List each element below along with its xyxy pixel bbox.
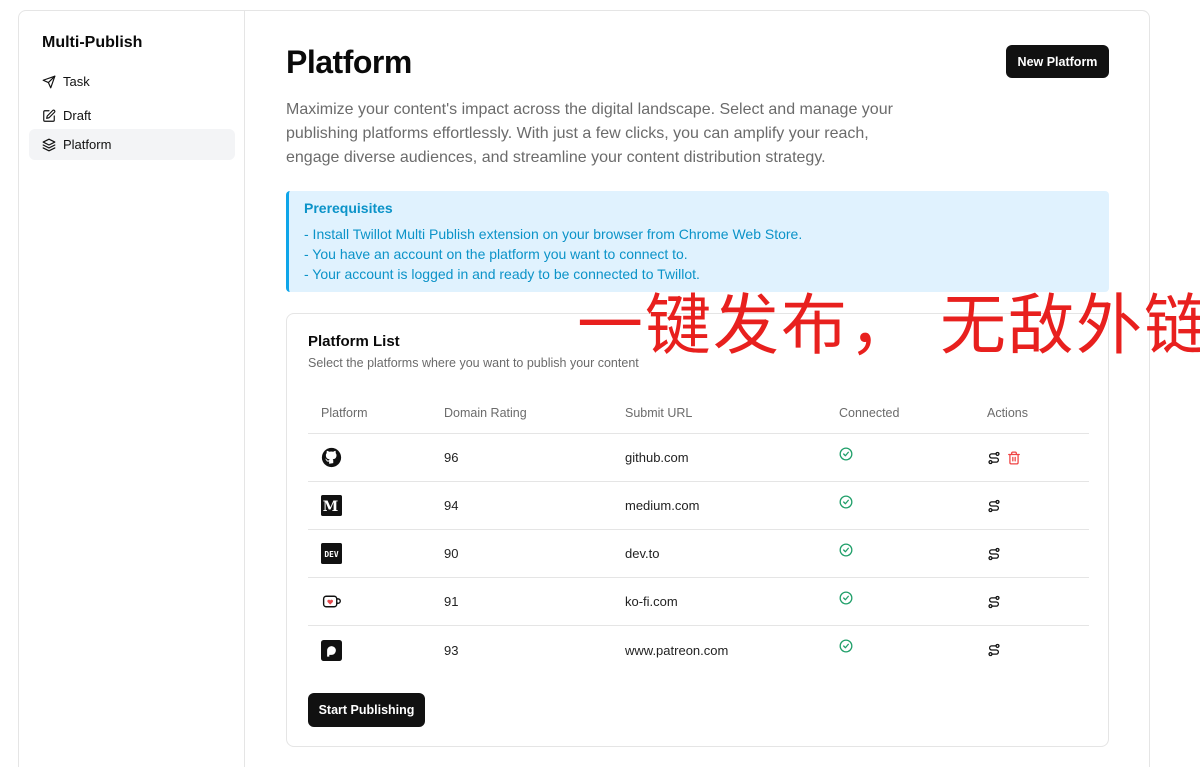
table-row[interactable]: DEV 90 dev.to — [308, 530, 1089, 578]
domain-rating: 91 — [444, 594, 459, 609]
column-header-platform: Platform — [321, 405, 368, 420]
sidebar-item-platform[interactable]: Platform — [29, 129, 235, 160]
domain-rating: 96 — [444, 450, 459, 465]
app-title: Multi-Publish — [42, 34, 143, 51]
card-title: Platform List — [308, 333, 400, 350]
kofi-icon — [321, 591, 342, 612]
domain-rating: 90 — [444, 546, 459, 561]
submit-url: ko-fi.com — [625, 594, 678, 609]
platform-table: Platform Domain Rating Submit URL Connec… — [308, 392, 1089, 674]
route-icon[interactable] — [987, 643, 1001, 657]
submit-url: www.patreon.com — [625, 642, 729, 658]
prerequisite-item: - You have an account on the platform yo… — [304, 246, 688, 262]
domain-rating: 93 — [444, 642, 459, 658]
github-icon — [321, 447, 342, 468]
overlay-banner-text: 一键发布， 无敌外链 — [577, 287, 1200, 364]
submit-url: github.com — [625, 450, 689, 465]
platform-list-card: Platform List Select the platforms where… — [286, 313, 1109, 747]
prerequisite-item: - Your account is logged in and ready to… — [304, 266, 700, 282]
table-header: Platform Domain Rating Submit URL Connec… — [308, 392, 1089, 434]
domain-rating: 94 — [444, 498, 459, 513]
sidebar-item-label: Draft — [63, 108, 92, 123]
check-circle-icon — [839, 591, 853, 605]
check-circle-icon — [839, 447, 853, 461]
dev-icon: DEV — [321, 543, 342, 564]
send-icon — [42, 75, 56, 89]
trash-icon[interactable] — [1007, 451, 1021, 465]
submit-url: dev.to — [625, 546, 660, 561]
route-icon[interactable] — [987, 595, 1001, 609]
route-icon[interactable] — [987, 499, 1001, 513]
page-title: Platform — [286, 44, 412, 80]
main-content: Platform New Platform Maximize your cont… — [286, 11, 1149, 767]
table-row[interactable]: 93 www.patreon.com — [308, 626, 1089, 674]
sidebar-item-draft[interactable]: Draft — [29, 100, 235, 131]
svg-text:DEV: DEV — [324, 550, 338, 559]
sidebar-item-label: Platform — [63, 137, 112, 152]
layers-icon — [42, 138, 56, 152]
edit-icon — [42, 109, 56, 123]
table-row[interactable]: 96 github.com — [308, 434, 1089, 482]
sidebar-item-task[interactable]: Task — [29, 66, 235, 97]
submit-url: medium.com — [625, 498, 700, 513]
check-circle-icon — [839, 495, 853, 509]
sidebar-item-label: Task — [63, 74, 90, 89]
sidebar: Multi-Publish Task Draft Platform — [19, 11, 245, 767]
start-publishing-button[interactable]: Start Publishing — [308, 693, 425, 727]
route-icon[interactable] — [987, 451, 1001, 465]
route-icon[interactable] — [987, 547, 1001, 561]
prerequisite-item: - Install Twillot Multi Publish extensio… — [304, 226, 803, 242]
check-circle-icon — [839, 543, 853, 557]
column-header-domain-rating: Domain Rating — [444, 405, 527, 420]
patreon-icon — [321, 639, 342, 661]
app-window: Multi-Publish Task Draft Platform Platfo… — [18, 10, 1150, 767]
column-header-submit-url: Submit URL — [625, 405, 693, 420]
check-circle-icon — [839, 639, 853, 653]
svg-text:M: M — [323, 499, 339, 515]
medium-icon: M — [321, 495, 342, 516]
column-header-connected: Connected — [839, 405, 900, 420]
new-platform-button[interactable]: New Platform — [1006, 45, 1109, 78]
prerequisites-callout: Prerequisites - Install Twillot Multi Pu… — [286, 191, 1109, 292]
table-row[interactable]: 91 ko-fi.com — [308, 578, 1089, 626]
column-header-actions: Actions — [987, 405, 1028, 420]
table-row[interactable]: M 94 medium.com — [308, 482, 1089, 530]
page-description: Maximize your content's impact across th… — [286, 101, 893, 166]
prerequisites-title: Prerequisites — [304, 200, 393, 216]
